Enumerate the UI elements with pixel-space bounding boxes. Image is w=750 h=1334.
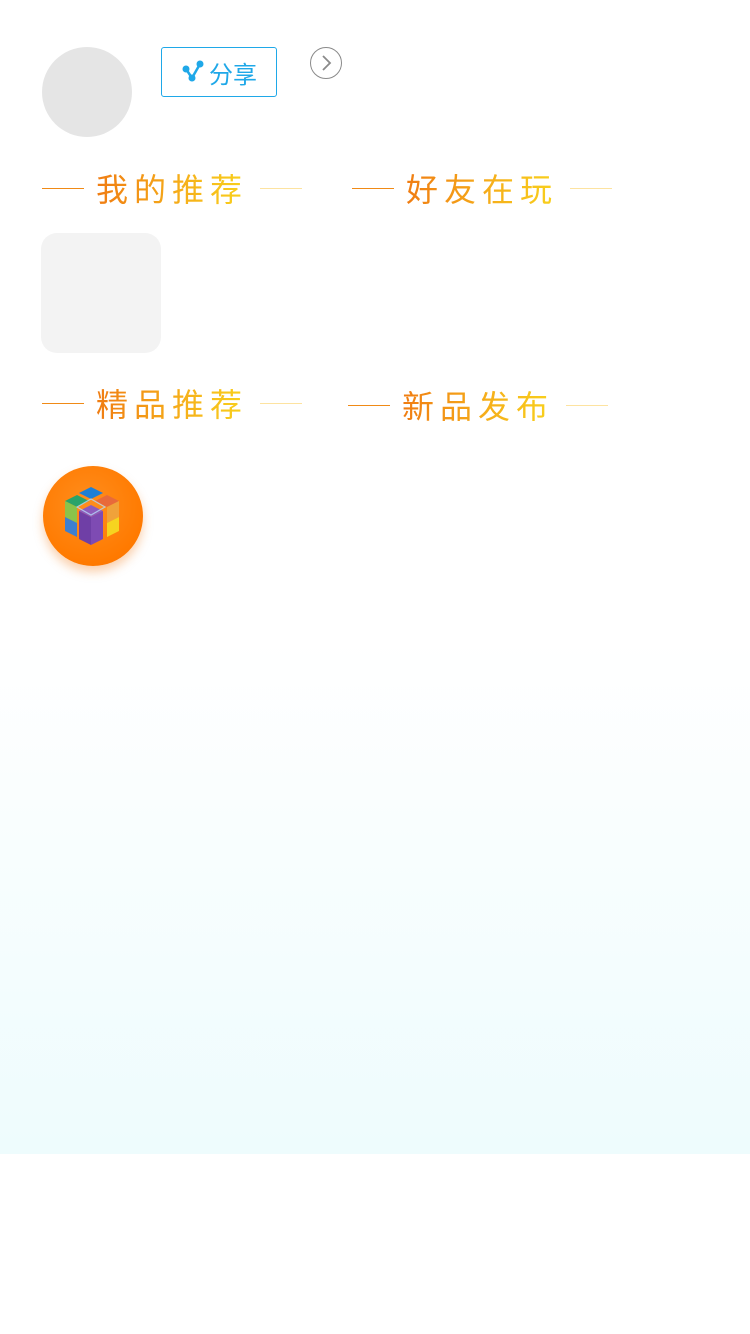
- divider-line: [566, 404, 609, 406]
- section-title-new-release: 新品发布: [348, 382, 609, 428]
- divider-line: [42, 402, 84, 404]
- section-title-text: 好友在玩: [406, 165, 558, 211]
- share-button[interactable]: 分享: [161, 47, 277, 97]
- section-title-text: 精品推荐: [96, 380, 248, 426]
- divider-line: [348, 404, 390, 406]
- page: 分享 我的推荐 好友在玩 精品推荐 新品发布: [0, 0, 750, 1334]
- background-gradient: [0, 640, 750, 1154]
- next-button[interactable]: [310, 47, 342, 79]
- section-title-featured: 精品推荐: [42, 380, 303, 426]
- share-icon: [182, 60, 204, 82]
- chevron-right-icon: [322, 55, 332, 71]
- section-title-my-recommend: 我的推荐: [42, 165, 303, 211]
- divider-line: [570, 187, 613, 189]
- cube-app-icon: [65, 487, 119, 545]
- section-title-friends-playing: 好友在玩: [352, 165, 613, 211]
- divider-line: [260, 402, 303, 404]
- divider-line: [352, 187, 394, 189]
- divider-line: [260, 187, 303, 189]
- avatar[interactable]: [42, 47, 132, 137]
- recommend-tile-placeholder[interactable]: [41, 233, 161, 353]
- section-title-text: 我的推荐: [96, 165, 248, 211]
- section-title-text: 新品发布: [402, 382, 554, 428]
- featured-app-button[interactable]: [43, 466, 143, 566]
- share-button-label: 分享: [209, 60, 257, 89]
- divider-line: [42, 187, 84, 189]
